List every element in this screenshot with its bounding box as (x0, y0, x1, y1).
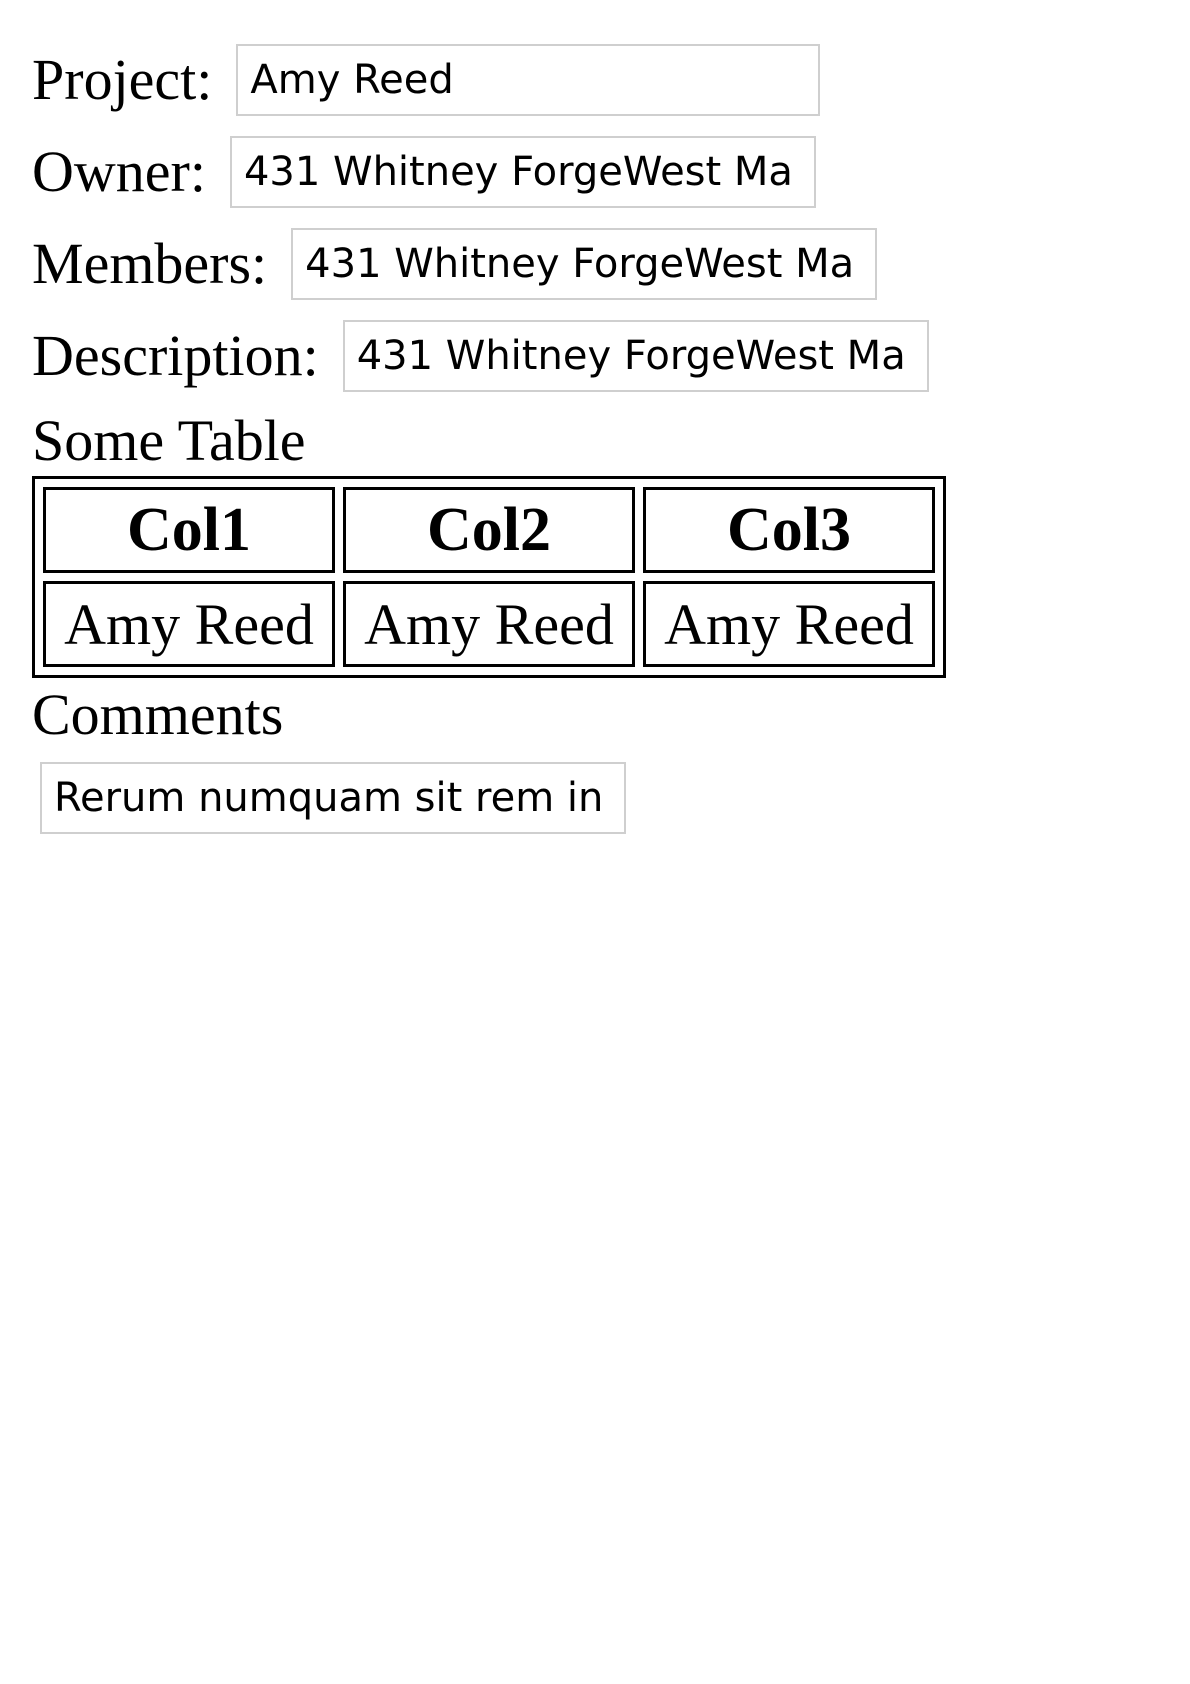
owner-row: Owner: 431 Whitney ForgeWest Ma (32, 132, 1152, 212)
project-input[interactable]: Amy Reed (236, 44, 821, 116)
description-row: Description: 431 Whitney ForgeWest Ma (32, 316, 1152, 396)
members-row: Members: 431 Whitney ForgeWest Ma (32, 224, 1152, 304)
owner-input[interactable]: 431 Whitney ForgeWest Ma (229, 136, 816, 208)
members-input[interactable]: 431 Whitney ForgeWest Ma (291, 228, 878, 300)
description-input[interactable]: 431 Whitney ForgeWest Ma (342, 320, 929, 392)
description-label: Description: (32, 323, 319, 388)
owner-label: Owner: (32, 139, 206, 204)
table-cell: Amy Reed (343, 581, 635, 667)
table-cell: Amy Reed (643, 581, 935, 667)
column-header-col2: Col2 (343, 487, 635, 573)
some-table: Col1 Col2 Col3 Amy Reed Amy Reed Amy Ree… (32, 476, 946, 678)
table-header-row: Col1 Col2 Col3 (43, 487, 935, 573)
comments-heading: Comments (32, 682, 284, 747)
form-page: Project: Amy Reed Owner: 431 Whitney For… (32, 40, 1152, 834)
column-header-col3: Col3 (643, 487, 935, 573)
table-row: Amy Reed Amy Reed Amy Reed (43, 581, 935, 667)
members-label: Members: (32, 231, 268, 296)
table-cell: Amy Reed (43, 581, 335, 667)
table-heading: Some Table (32, 408, 306, 473)
column-header-col1: Col1 (43, 487, 335, 573)
project-label: Project: (32, 47, 213, 112)
project-row: Project: Amy Reed (32, 40, 1152, 120)
comments-input[interactable]: Rerum numquam sit rem in (40, 762, 626, 834)
